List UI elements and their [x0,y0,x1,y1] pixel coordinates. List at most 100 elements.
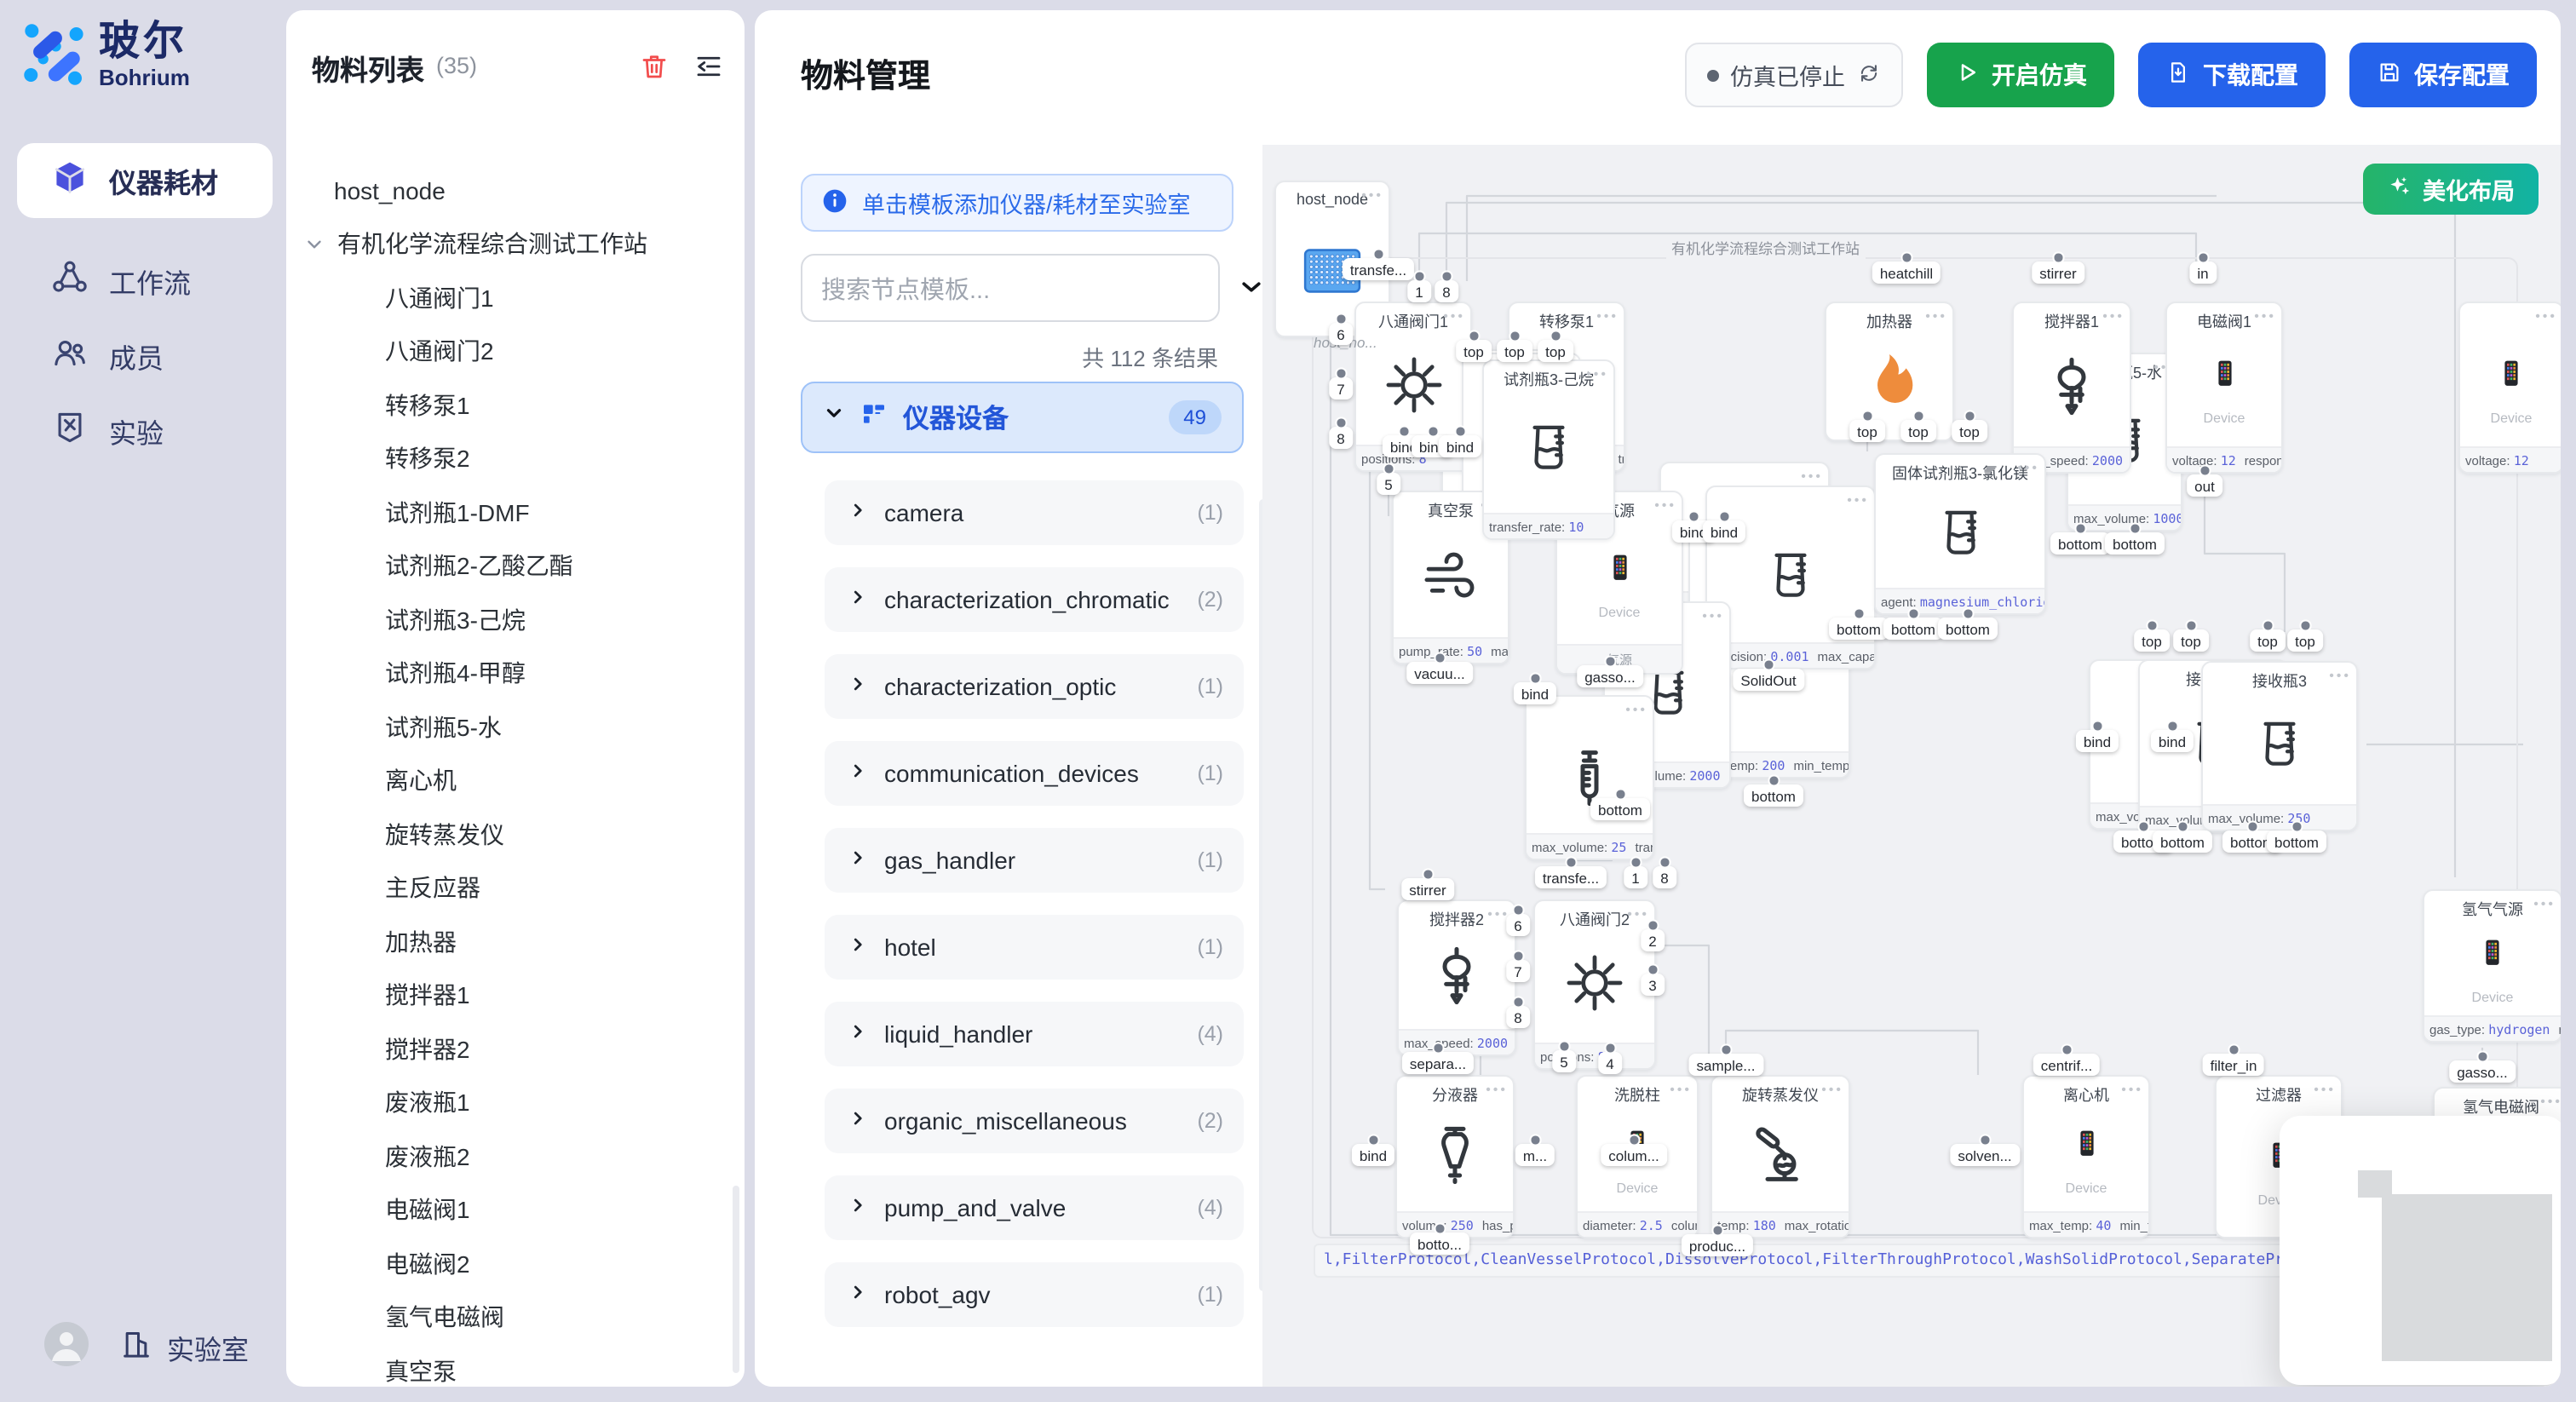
port-pill-stirrer[interactable]: stirrer [1401,878,1453,900]
refresh-icon[interactable] [1857,60,1881,89]
port-pill-4[interactable]: 4 [1598,1052,1621,1074]
category-row-liquid_handler[interactable]: liquid_handler(4) [825,1002,1244,1066]
category-row-gas_handler[interactable]: gas_handler(1) [825,828,1244,893]
port-dot[interactable] [1768,775,1780,786]
node-menu-icon[interactable]: ••• [2540,1094,2561,1109]
tree-item[interactable]: 试剂瓶3-己烷 [286,593,745,646]
port-pill-in[interactable]: in [2189,261,2216,284]
sidebar-item-experiments[interactable]: 实验 [17,399,273,463]
port-dot[interactable] [1336,313,1347,325]
canvas-node-固体试剂瓶3-氯化镁[interactable]: 固体试剂瓶3-氯化镁••• agent: magnesium_chloridep… [1874,453,2046,615]
category-row-robot_agv[interactable]: robot_agv(1) [825,1262,1244,1327]
port-dot[interactable] [1964,411,1975,422]
port-pill-1[interactable]: 1 [1624,866,1647,888]
port-dot[interactable] [1336,368,1347,379]
port-dot[interactable] [2300,620,2311,631]
port-dot[interactable] [1913,411,1924,422]
port-pill-gasso...[interactable]: gasso... [1577,665,1643,687]
node-menu-icon[interactable]: ••• [1361,187,1383,203]
port-dot[interactable] [1399,426,1410,437]
port-dot[interactable] [1901,252,1912,263]
beautify-layout-button[interactable]: 美化布局 [2363,164,2539,215]
port-dot[interactable] [1509,330,1521,342]
port-pill-sample...[interactable]: sample... [1689,1054,1763,1076]
canvas-node-旋转蒸发仪[interactable]: 旋转蒸发仪••• temp: 180max_rotation_sp [1711,1075,1850,1238]
canvas-node-接收瓶3[interactable]: 接收瓶3••• max_volume: 250 [2201,661,2358,831]
canvas-node-八通阀门2[interactable]: 八通阀门2••• positions: 8 [1533,899,1656,1070]
canvas-node[interactable]: •••max_volume: 25transfer_rate: 10 [1525,695,1654,860]
port-dot[interactable] [1721,1044,1732,1055]
node-menu-icon[interactable]: ••• [2121,1082,2143,1097]
port-pill-top[interactable]: top [1538,340,1573,362]
canvas-node-搅拌器2[interactable]: 搅拌器2••• max_speed: 2000 [1397,899,1516,1056]
sim-status-chip[interactable]: 仿真已停止 [1684,43,1903,107]
category-row-characterization_optic[interactable]: characterization_optic(1) [825,654,1244,719]
port-dot[interactable] [1659,857,1670,868]
tree-item[interactable]: 试剂瓶1-DMF [286,486,745,539]
port-pill-transfe...[interactable]: transfe... [1343,258,1414,280]
port-dot[interactable] [1530,673,1541,684]
port-pill-filter_in[interactable]: filter_in [2203,1054,2265,1076]
port-pill-7[interactable]: 7 [1506,960,1529,982]
chevron-down-icon[interactable] [1239,274,1264,308]
download-config-button[interactable]: 下载配置 [2138,43,2326,107]
port-dot[interactable] [1441,271,1452,282]
port-dot[interactable] [1414,271,1425,282]
tree-item[interactable]: 废液瓶2 [286,1129,745,1183]
port-pill-bottom[interactable]: bottom [1938,618,1998,640]
port-dot[interactable] [1455,426,1466,437]
port-dot[interactable] [1550,330,1561,342]
port-pill-bind[interactable]: bind [1703,520,1745,543]
port-dot[interactable] [1435,1223,1446,1234]
port-dot[interactable] [2177,821,2188,832]
port-dot[interactable] [1688,511,1699,522]
tree-item[interactable]: host_node [286,164,745,217]
materials-scrollbar[interactable] [733,1186,739,1373]
node-menu-icon[interactable]: ••• [1925,308,1947,324]
search-input[interactable]: 搜索节点模板... [801,254,1220,322]
node-menu-icon[interactable]: ••• [2017,460,2039,475]
tree-item[interactable]: 主反应器 [286,861,745,915]
tree-item[interactable]: 八通阀门2 [286,325,745,378]
canvas-node-分液器[interactable]: 分液器•••volume: 250has_phases: true [1395,1075,1515,1238]
bohrium-logo[interactable]: 玻尔 Bohrium [20,20,190,97]
tree-item[interactable]: 有机化学流程综合测试工作站 [286,217,745,271]
port-pill-top[interactable]: top [1952,420,1987,442]
port-pill-vacuu...[interactable]: vacuu... [1406,662,1473,684]
port-dot[interactable] [1647,964,1659,975]
port-dot[interactable] [1862,411,1873,422]
port-dot[interactable] [2138,821,2149,832]
port-pill-separa...[interactable]: separa... [1402,1052,1474,1074]
node-menu-icon[interactable]: ••• [1702,608,1724,623]
port-dot[interactable] [2130,523,2141,534]
port-dot[interactable] [1433,1043,1444,1054]
port-pill-6[interactable]: 6 [1506,914,1529,936]
port-pill-top[interactable]: top [1497,340,1532,362]
port-dot[interactable] [2061,1044,2073,1055]
tree-item[interactable]: 转移泵1 [286,378,745,432]
port-pill-bottom[interactable]: bottom [1744,784,1803,807]
port-dot[interactable] [1513,951,1524,962]
port-dot[interactable] [1963,608,1974,619]
port-dot[interactable] [1423,869,1434,880]
port-pill-stirrer[interactable]: stirrer [2032,261,2084,284]
node-menu-icon[interactable]: ••• [1670,1082,1692,1097]
tree-item[interactable]: 旋转蒸发仪 [286,807,745,861]
delete-icon[interactable] [639,51,670,90]
port-dot[interactable] [1630,857,1642,868]
port-dot[interactable] [1719,511,1730,522]
port-dot[interactable] [2186,620,2197,631]
page-scrollbar[interactable] [2561,0,2576,1402]
port-dot[interactable] [1336,417,1347,428]
node-menu-icon[interactable]: ••• [2254,308,2276,324]
port-pill-m...[interactable]: m... [1515,1144,1555,1166]
port-dot[interactable] [1980,1135,1991,1146]
port-pill-bottom[interactable]: bottom [2153,830,2212,853]
canvas-node-试剂瓶3-己烷[interactable]: 试剂瓶3-己烷••• transfer_rate: 10 [1482,359,1615,540]
port-pill-bottom[interactable]: bottom [1829,618,1889,640]
sidebar-item-instruments[interactable]: 仪器耗材 [17,143,273,218]
category-row-communication_devices[interactable]: communication_devices(1) [825,741,1244,806]
tree-item[interactable]: 转移泵2 [286,432,745,486]
category-row-camera[interactable]: camera(1) [825,480,1244,545]
sidebar-item-members[interactable]: 成员 [17,324,273,388]
